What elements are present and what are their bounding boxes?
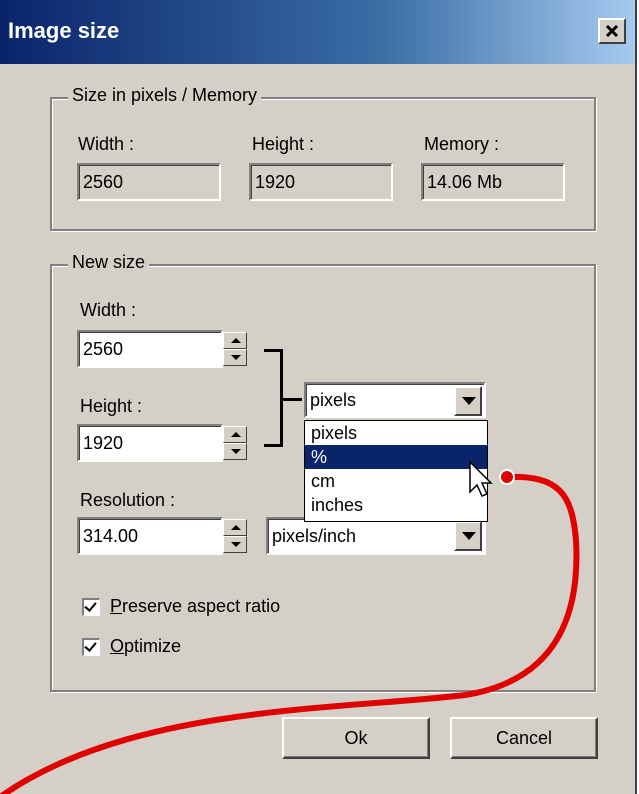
width-label: Width : bbox=[80, 300, 137, 320]
height-spin-down[interactable] bbox=[223, 443, 247, 460]
unit-option-cm[interactable]: cm bbox=[305, 469, 487, 493]
down-arrow-icon bbox=[231, 355, 241, 360]
unit-option-pixels[interactable]: pixels bbox=[305, 421, 487, 445]
resolution-spinner[interactable] bbox=[223, 519, 247, 553]
optimize-label[interactable]: Optimize bbox=[110, 636, 181, 657]
preserve-aspect-mnemonic: P bbox=[110, 596, 123, 616]
preserve-aspect-checkbox[interactable] bbox=[82, 598, 100, 616]
height-spinner[interactable] bbox=[223, 426, 247, 460]
resolution-spin-up[interactable] bbox=[223, 519, 247, 536]
down-arrow-icon bbox=[231, 449, 241, 454]
height-input[interactable]: 1920 bbox=[77, 424, 223, 462]
up-arrow-icon bbox=[231, 525, 241, 530]
original-width-label: Width : bbox=[78, 134, 135, 154]
up-arrow-icon bbox=[231, 338, 241, 343]
height-spin-up[interactable] bbox=[223, 426, 247, 443]
new-size-legend: New size bbox=[68, 252, 150, 273]
ok-button[interactable]: Ok bbox=[282, 717, 430, 759]
unit-options-list[interactable]: pixels % cm inches bbox=[304, 420, 488, 522]
preserve-aspect-label-text: reserve aspect ratio bbox=[122, 596, 281, 616]
width-spin-up[interactable] bbox=[223, 332, 247, 349]
unit-option-inches[interactable]: inches bbox=[305, 493, 487, 517]
width-input[interactable]: 2560 bbox=[77, 330, 223, 368]
optimize-checkbox[interactable] bbox=[82, 638, 100, 656]
preserve-aspect-label[interactable]: Preserve aspect ratio bbox=[110, 596, 280, 617]
up-arrow-icon bbox=[231, 432, 241, 437]
bracket-connector bbox=[280, 398, 302, 401]
resolution-unit-dropdown[interactable]: pixels/inch bbox=[266, 517, 486, 555]
close-button[interactable] bbox=[598, 18, 626, 44]
width-spin-down[interactable] bbox=[223, 349, 247, 366]
resolution-spin-down[interactable] bbox=[223, 536, 247, 553]
unit-dropdown[interactable]: pixels bbox=[304, 382, 486, 418]
original-height-field: 1920 bbox=[249, 163, 393, 201]
close-icon bbox=[605, 24, 619, 38]
bracket-bottom bbox=[264, 444, 282, 447]
unit-dropdown-value: pixels bbox=[310, 390, 357, 410]
original-width-field: 2560 bbox=[77, 163, 221, 201]
image-size-dialog: Image size Size in pixels / Memory Width… bbox=[0, 0, 637, 794]
original-height-label: Height : bbox=[252, 134, 315, 154]
height-label: Height : bbox=[80, 396, 143, 416]
down-arrow-icon bbox=[231, 542, 241, 547]
resolution-label: Resolution : bbox=[80, 490, 176, 510]
resolution-unit-value: pixels/inch bbox=[272, 526, 357, 546]
title-bar[interactable]: Image size bbox=[0, 0, 635, 66]
width-spinner[interactable] bbox=[223, 332, 247, 366]
dialog-title: Image size bbox=[8, 18, 120, 43]
optimize-label-text: ptimize bbox=[124, 636, 182, 656]
resolution-unit-arrow[interactable] bbox=[454, 521, 482, 551]
unit-dropdown-arrow[interactable] bbox=[454, 386, 482, 416]
size-memory-legend: Size in pixels / Memory bbox=[68, 85, 262, 106]
resolution-input[interactable]: 314.00 bbox=[77, 517, 223, 555]
cancel-button[interactable]: Cancel bbox=[450, 717, 598, 759]
optimize-mnemonic: O bbox=[110, 636, 125, 656]
memory-label: Memory : bbox=[424, 134, 500, 154]
memory-field: 14.06 Mb bbox=[421, 163, 565, 201]
unit-option-percent[interactable]: % bbox=[305, 445, 487, 469]
